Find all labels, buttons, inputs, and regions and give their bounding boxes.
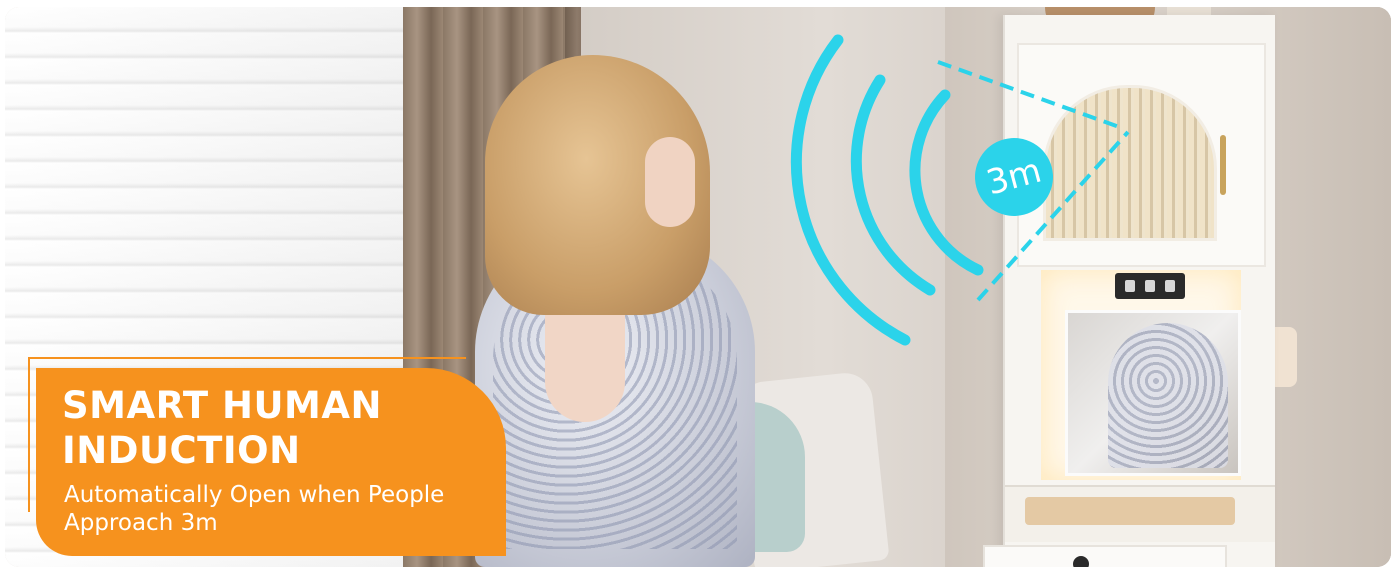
- feature-title-line1: SMART HUMAN: [62, 384, 382, 427]
- sensor-wave-outer: [790, 34, 911, 346]
- feature-title-line2: INDUCTION: [62, 429, 301, 472]
- sensor-wave-inner: [909, 89, 984, 276]
- callout-accent-line-top: [28, 357, 466, 359]
- feature-title: SMART HUMAN INDUCTION: [62, 383, 482, 473]
- feature-description: Automatically Open when People Approach …: [64, 481, 504, 537]
- callout-accent-line-left: [28, 357, 30, 512]
- feature-description-line1: Automatically Open when People: [64, 482, 445, 508]
- sensor-range-line-top: [937, 60, 1123, 130]
- feature-description-line2: Approach 3m: [64, 510, 218, 536]
- distance-label: 3m: [982, 150, 1046, 204]
